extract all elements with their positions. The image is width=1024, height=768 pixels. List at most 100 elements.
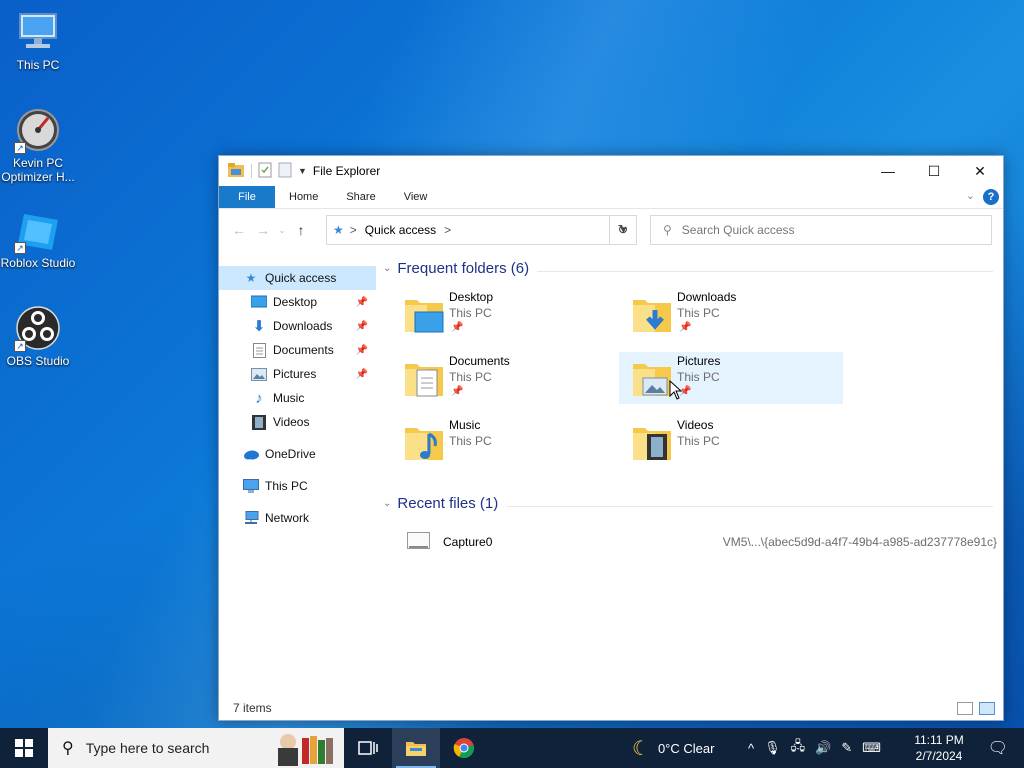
refresh-button[interactable]: ↻	[609, 215, 637, 245]
desktop-folder-icon	[251, 294, 267, 310]
view-toggle	[957, 702, 995, 715]
customize-toolbar-chevron-icon[interactable]: ▼	[298, 166, 307, 176]
address-bar[interactable]: ★ > Quick access > ▼	[326, 215, 637, 245]
folder-tile-videos[interactable]: Videos This PC	[625, 416, 849, 468]
notification-center-icon[interactable]: 🗨	[988, 738, 1008, 758]
desktop-icon-roblox-studio[interactable]: ↗ Roblox Studio	[0, 206, 76, 270]
close-button[interactable]: ✕	[957, 156, 1003, 186]
back-arrow-icon[interactable]: ←	[227, 222, 251, 238]
large-icons-view-button[interactable]	[979, 702, 995, 715]
show-hidden-icons-chevron-icon[interactable]: ^	[748, 741, 754, 756]
breadcrumb-separator[interactable]: >	[444, 223, 451, 237]
up-arrow-icon[interactable]: ↑	[289, 222, 313, 238]
maximize-button[interactable]: ☐	[911, 156, 957, 186]
pen-icon[interactable]: ✎	[841, 740, 852, 756]
clock[interactable]: 11:11 PM 2/7/2024	[904, 732, 974, 764]
clock-date: 2/7/2024	[915, 749, 963, 763]
recent-file-row[interactable]: Capture0 VM5\...\{abec5d9d-a4f7-49b4-a98…	[407, 530, 997, 554]
tab-share[interactable]: Share	[332, 186, 389, 208]
taskbar-file-explorer[interactable]	[392, 728, 440, 768]
ribbon-tabs: File Home Share View ⌄ ?	[219, 186, 1003, 209]
nav-label: Documents	[273, 343, 334, 357]
forward-arrow-icon[interactable]: →	[251, 222, 275, 238]
quick-access-star-icon: ★	[333, 223, 344, 237]
window-controls: — ☐ ✕	[865, 156, 1003, 186]
document-icon	[251, 342, 267, 358]
clock-time: 11:11 PM	[914, 733, 964, 747]
desktop-icon-this-pc[interactable]: This PC	[0, 8, 76, 72]
new-folder-icon[interactable]	[278, 162, 292, 181]
item-count: 7 items	[233, 701, 272, 715]
volume-icon[interactable]: 🔊	[815, 740, 831, 756]
nav-onedrive[interactable]: OneDrive	[219, 442, 376, 466]
help-button[interactable]: ?	[983, 189, 999, 205]
microphone-icon[interactable]: 🎙	[764, 740, 781, 756]
tab-file[interactable]: File	[219, 186, 275, 208]
group-header-label: Frequent folders (6)	[397, 260, 530, 277]
download-arrow-icon: ⬇	[252, 318, 266, 335]
folder-tile-desktop[interactable]: Desktop This PC 📌	[397, 288, 621, 340]
folder-tile-pictures[interactable]: Pictures This PC 📌	[619, 352, 843, 404]
tab-view[interactable]: View	[390, 186, 442, 208]
start-button[interactable]	[0, 728, 48, 768]
recent-locations-chevron-icon[interactable]: ⌄	[275, 225, 289, 236]
desktop-icon-label: Kevin PC	[12, 156, 64, 170]
nav-label: Downloads	[273, 319, 333, 333]
weather-widget[interactable]: ☾ 0°C Clear	[632, 728, 714, 768]
moon-icon: ☾	[632, 737, 650, 760]
nav-pictures[interactable]: Pictures 📌	[219, 362, 376, 386]
details-view-button[interactable]	[957, 702, 973, 715]
folder-location: This PC	[449, 306, 492, 320]
collapse-chevron-icon[interactable]: ⌄	[383, 263, 391, 274]
pin-icon: 📌	[451, 386, 464, 397]
nav-this-pc[interactable]: This PC	[219, 474, 376, 498]
folder-name: Videos	[677, 418, 714, 432]
nav-desktop[interactable]: Desktop 📌	[219, 290, 376, 314]
task-view-button[interactable]	[344, 728, 392, 768]
folder-tile-music[interactable]: Music This PC	[397, 416, 621, 468]
obs-icon: ↗	[14, 304, 62, 352]
nav-quick-access[interactable]: ★ Quick access	[219, 266, 376, 290]
network-icon	[243, 510, 259, 526]
nav-downloads[interactable]: ⬇ Downloads 📌	[219, 314, 376, 338]
file-explorer-window: ▼ File Explorer — ☐ ✕ File Home Share Vi…	[218, 155, 1004, 721]
desktop-icon-label-line2: Optimizer H...	[1, 170, 75, 184]
nav-documents[interactable]: Documents 📌	[219, 338, 376, 362]
desktop-icon-obs-studio[interactable]: ↗ OBS Studio	[0, 304, 76, 368]
system-tray: ^ 🎙 🖧 🔊 ✎ ⌨	[748, 728, 881, 768]
nav-label: Pictures	[273, 367, 317, 381]
desktop-icon-label: Roblox Studio	[0, 256, 76, 270]
folder-name: Music	[449, 418, 481, 432]
title-bar[interactable]: ▼ File Explorer — ☐ ✕	[219, 156, 1003, 186]
nav-music[interactable]: ♪ Music	[219, 386, 376, 410]
expand-ribbon-chevron-icon[interactable]: ⌄	[966, 189, 975, 202]
network-status-icon[interactable]: 🖧	[791, 737, 806, 759]
window-title: File Explorer	[312, 164, 381, 178]
film-strip-icon	[251, 414, 267, 430]
collapse-chevron-icon[interactable]: ⌄	[383, 498, 391, 509]
desktop-icon-kevin-pc-optimizer[interactable]: ↗ Kevin PC Optimizer H...	[0, 106, 76, 184]
breadcrumb-quick-access[interactable]: Quick access	[365, 223, 436, 237]
nav-network[interactable]: Network	[219, 506, 376, 530]
frequent-folders-header[interactable]: ⌄ Frequent folders (6)	[383, 260, 529, 277]
folder-tile-downloads[interactable]: Downloads This PC 📌	[625, 288, 849, 340]
taskbar-chrome[interactable]	[440, 728, 488, 768]
taskbar-search-input[interactable]: ⚲ Type here to search	[48, 728, 344, 768]
nav-videos[interactable]: Videos	[219, 410, 376, 434]
keyboard-icon[interactable]: ⌨	[862, 740, 881, 756]
chrome-icon	[453, 738, 474, 759]
properties-icon[interactable]	[258, 162, 272, 181]
folder-location: This PC	[449, 370, 492, 384]
desktop-folder-icon	[403, 294, 445, 336]
roblox-studio-icon: ↗	[14, 206, 62, 254]
group-divider	[507, 506, 993, 507]
videos-folder-icon	[631, 422, 673, 464]
folder-tile-documents[interactable]: Documents This PC 📌	[397, 352, 621, 404]
folder-location: This PC	[677, 434, 720, 448]
monitor-icon	[14, 8, 62, 56]
minimize-button[interactable]: —	[865, 156, 911, 186]
search-placeholder: Search Quick access	[681, 223, 795, 237]
recent-files-header[interactable]: ⌄ Recent files (1)	[383, 495, 498, 512]
search-input[interactable]: ⚲ Search Quick access	[650, 215, 992, 245]
tab-home[interactable]: Home	[275, 186, 332, 208]
